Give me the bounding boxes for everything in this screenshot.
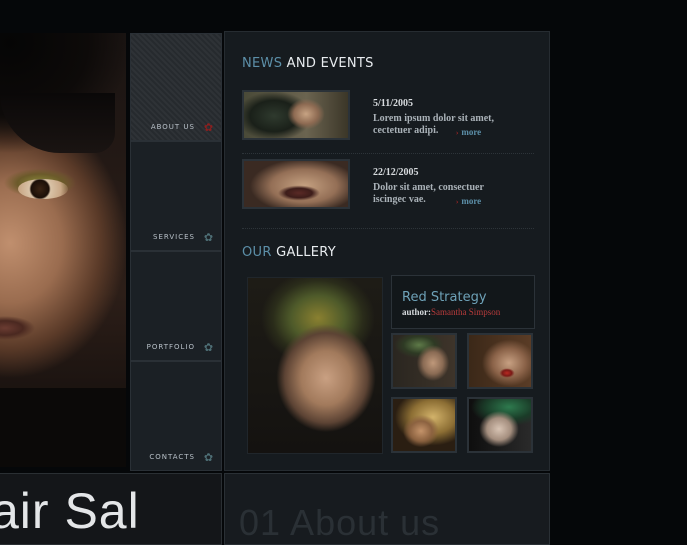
more-link-label: more <box>461 196 482 206</box>
about-us-block: 01 About us <box>224 473 550 545</box>
news-text: Lorem ipsum dolor sit amet, cectetuer ad… <box>373 113 495 136</box>
gallery-title-highlight: OUR <box>242 245 272 260</box>
flower-icon: ✿ <box>203 452 214 464</box>
hero-eye <box>18 179 68 199</box>
hero-lips <box>0 316 35 340</box>
nav-label-about-us: ABOUT US <box>150 123 195 131</box>
gallery-featured-image[interactable] <box>247 277 383 454</box>
gallery-thumbnail[interactable] <box>467 397 533 453</box>
divider <box>242 153 534 154</box>
news-text: Dolor sit amet, consectuer iscingec vae. <box>373 182 484 205</box>
gallery-section-title: OUR GALLERY <box>242 245 336 260</box>
news-thumbnail[interactable] <box>242 159 350 209</box>
more-link[interactable]: › more <box>456 127 481 137</box>
nav-label-services: SERVICES <box>153 233 195 241</box>
news-title-rest: AND EVENTS <box>282 56 374 71</box>
flower-icon: ✿ <box>203 122 214 134</box>
main-navigation: ABOUT US ✿ SERVICES ✿ PORTFOLIO ✿ CONTAC… <box>130 33 222 471</box>
more-link[interactable]: › more <box>456 196 481 206</box>
news-item: 22/12/2005 Dolor sit amet, consectuer is… <box>242 159 534 215</box>
salon-name-block: air Sal <box>0 473 222 545</box>
nav-item-contacts[interactable]: CONTACTS ✿ <box>130 361 222 471</box>
news-date: 22/12/2005 <box>373 167 419 178</box>
more-link-label: more <box>461 127 482 137</box>
hero-collar <box>0 388 126 467</box>
content-panel: NEWS AND EVENTS 5/11/2005 Lorem ipsum do… <box>224 31 550 471</box>
salon-name-text: air Sal <box>0 483 140 539</box>
divider <box>242 228 534 229</box>
gallery-thumbnail[interactable] <box>391 333 457 389</box>
news-section-title: NEWS AND EVENTS <box>242 56 374 71</box>
nav-item-services[interactable]: SERVICES ✿ <box>130 141 222 251</box>
news-item: 5/11/2005 Lorem ipsum dolor sit amet, ce… <box>242 90 534 146</box>
news-title-highlight: NEWS <box>242 56 283 71</box>
nav-item-about-us[interactable]: ABOUT US ✿ <box>130 33 222 141</box>
news-date: 5/11/2005 <box>373 98 414 109</box>
gallery-author: author:Samantha Simpson <box>402 307 500 317</box>
flower-icon: ✿ <box>203 342 214 354</box>
gallery-thumbnail[interactable] <box>467 333 533 389</box>
news-thumbnail[interactable] <box>242 90 350 140</box>
arrow-icon: › <box>456 129 459 137</box>
gallery-thumbnail[interactable] <box>391 397 457 453</box>
flower-icon: ✿ <box>203 232 214 244</box>
nav-item-portfolio[interactable]: PORTFOLIO ✿ <box>130 251 222 361</box>
gallery-title-rest: GALLERY <box>271 245 337 260</box>
nav-label-portfolio: PORTFOLIO <box>146 343 195 351</box>
gallery-info-box: Red Strategy author:Samantha Simpson <box>391 275 535 329</box>
author-label: author: <box>402 307 431 317</box>
gallery-feature-title[interactable]: Red Strategy <box>402 290 487 305</box>
nav-label-contacts: CONTACTS <box>149 453 195 461</box>
hero-portrait-image <box>0 33 126 467</box>
arrow-icon: › <box>456 198 459 206</box>
about-us-heading: 01 About us <box>239 502 441 543</box>
author-name: Samantha Simpson <box>431 307 501 317</box>
